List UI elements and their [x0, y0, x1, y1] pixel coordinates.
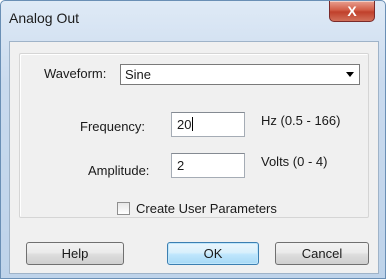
amplitude-label: Amplitude: — [88, 163, 150, 178]
chevron-down-icon — [346, 72, 354, 77]
ok-button[interactable]: OK — [167, 242, 259, 265]
frequency-label: Frequency: — [80, 119, 146, 134]
amplitude-value: 2 — [177, 158, 185, 173]
cancel-button[interactable]: Cancel — [275, 242, 369, 265]
frequency-range: Hz (0.5 - 166) — [261, 113, 341, 128]
dialog-title: Analog Out — [9, 10, 80, 26]
dialog-window: Analog Out X Waveform: Sine Frequency: 2… — [0, 0, 386, 279]
dialog-body: Waveform: Sine Frequency: 20 Hz (0.5 - 1… — [9, 41, 379, 274]
waveform-select[interactable]: Sine — [120, 64, 360, 85]
help-button[interactable]: Help — [26, 242, 124, 265]
text-caret — [192, 117, 194, 131]
amplitude-input[interactable]: 2 — [171, 153, 245, 178]
close-button[interactable]: X — [329, 1, 375, 22]
create-user-parameters-checkbox[interactable] — [117, 202, 130, 215]
waveform-value: Sine — [125, 67, 152, 82]
waveform-label: Waveform: — [44, 66, 107, 81]
close-icon: X — [347, 3, 357, 19]
frequency-input[interactable]: 20 — [171, 112, 245, 137]
create-user-parameters-label[interactable]: Create User Parameters — [136, 201, 277, 216]
amplitude-range: Volts (0 - 4) — [261, 154, 328, 169]
frequency-value: 20 — [177, 117, 192, 132]
